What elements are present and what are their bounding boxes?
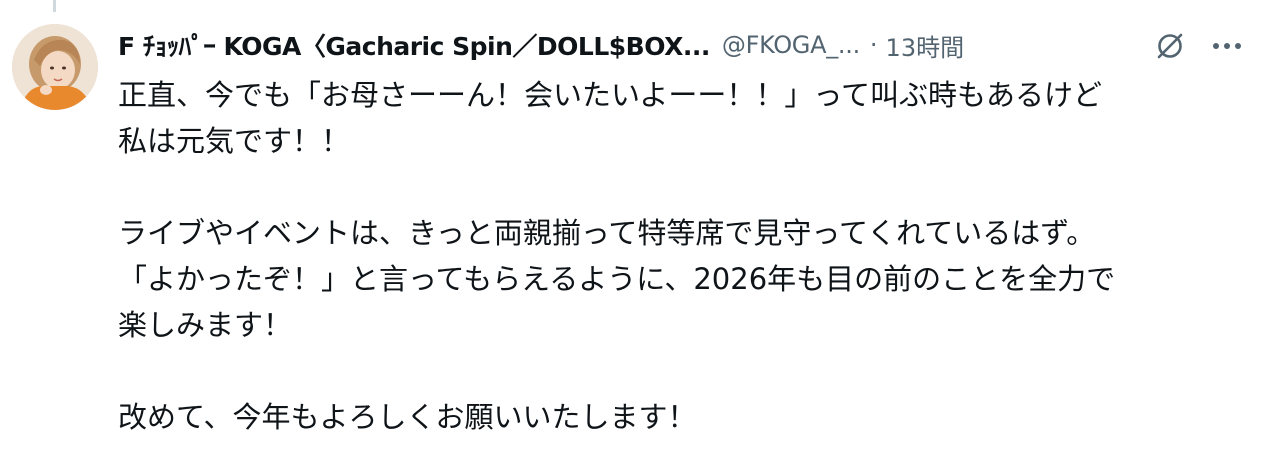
more-options-button[interactable] <box>1207 26 1247 66</box>
tweet-text-line: ライブやイベントは、きっと両親揃って特等席で見守ってくれているはず。 <box>118 216 1096 250</box>
more-horizontal-icon <box>1213 43 1241 49</box>
thread-connector-line <box>53 0 56 12</box>
tweet-text: 正直、今でも「お母さーーん！会いたいよーー！！」って叫ぶ時もあるけど 私は元気で… <box>118 72 1268 440</box>
paragraph-break <box>118 164 1268 210</box>
tweet-text-line: 楽しみます！ <box>118 308 293 342</box>
tweet-text-line: 「よかったぞ！」と言ってもらえるように、2026年も目の前のことを全力で <box>118 262 1116 296</box>
tweet-article[interactable]: F ﾁｮｯﾊﾟｰ KOGA〈Gacharic Spin／DOLL$BOX... … <box>0 0 1281 463</box>
user-avatar-photo-icon <box>12 24 98 110</box>
author-handle[interactable]: @FKOGA_... <box>722 31 860 59</box>
timestamp-link[interactable]: 13時間 <box>886 28 965 63</box>
tweet-text-line: 正直、今でも「お母さーーん！会いたいよーー！！」って叫ぶ時もあるけど <box>118 78 1102 112</box>
grok-button[interactable] <box>1150 26 1190 66</box>
grok-slash-circle-icon <box>1157 33 1183 59</box>
avatar[interactable] <box>12 24 98 110</box>
tweet-text-line: 私は元気です！！ <box>118 124 351 158</box>
paragraph-break <box>118 348 1268 394</box>
author-display-name[interactable]: F ﾁｮｯﾊﾟｰ KOGA〈Gacharic Spin／DOLL$BOX... <box>118 27 710 63</box>
tweet-header: F ﾁｮｯﾊﾟｰ KOGA〈Gacharic Spin／DOLL$BOX... … <box>118 22 1265 68</box>
separator-dot: · <box>869 31 878 59</box>
tweet-text-line: 改めて、今年もよろしくお願いいたします！ <box>118 400 697 434</box>
